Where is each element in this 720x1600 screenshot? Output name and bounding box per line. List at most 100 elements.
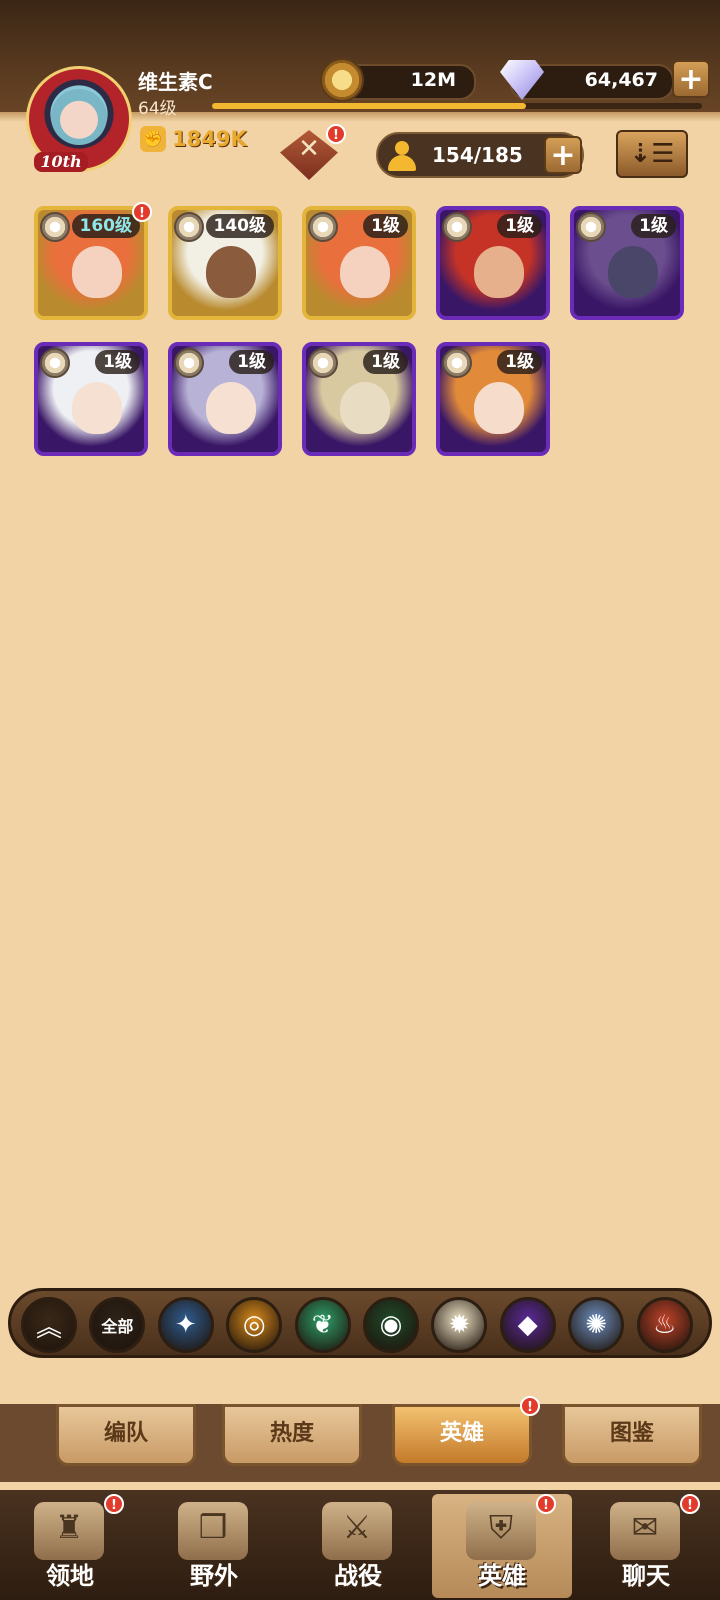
filter-label: 全部 [101,1317,134,1336]
map-scroll-icon: ❒ [198,1508,228,1546]
hero-face [206,246,256,298]
hero-card[interactable]: 1级 [302,206,416,320]
hero-face [72,246,122,298]
graveborn-icon: ◉ [379,1310,403,1340]
celestial-rank-icon [576,212,606,242]
anniversary-badge: 10th [34,152,88,172]
dimensional-icon: ✺ [585,1310,608,1340]
mauler-icon: ◎ [242,1310,266,1340]
hero-face [206,382,256,434]
hero-face [474,246,524,298]
filter-mauler[interactable]: ◎ [226,1297,283,1353]
expand-roster-button[interactable]: + [544,136,582,174]
hero-level: 1级 [229,350,274,374]
gold-value: 12M [410,69,456,91]
faction-filter-bar: ︽ 全部 ✦ ◎ ❦ ◉ ✹ ◆ ✺ ♨ [8,1288,712,1358]
nav-label: 聊天 [622,1562,670,1590]
helmet-icon: ⛨ [488,1508,513,1546]
hypogean-icon: ◆ [517,1310,538,1340]
nav-map-scroll[interactable]: ❒ 野外 [144,1494,284,1598]
lightbearer-icon: ✦ [174,1310,197,1340]
gem-value: 64,467 [584,69,658,91]
add-gems-button[interactable]: + [672,60,710,98]
hero-level: 1级 [95,350,140,374]
nav-sword[interactable]: ⚔ 战役 [288,1494,428,1598]
hero-face [474,382,524,434]
chat-icon: ✉ [631,1508,659,1546]
hero-card[interactable]: 1级 [436,206,550,320]
filter-all-factions[interactable]: 全部 [89,1297,146,1353]
roster-count-value: 154/185 [432,143,523,167]
nav-label: 野外 [190,1562,238,1590]
hero-level: 160级 [71,214,140,238]
hero-level: 1级 [497,214,542,238]
filter-wilder[interactable]: ❦ [294,1297,351,1353]
gold-coin-icon [320,58,364,102]
filter-lightbearer[interactable]: ✦ [157,1297,214,1353]
hero-face [340,246,390,298]
celestial-rank-icon [174,212,204,242]
castle-icon: ♜ [54,1508,84,1546]
player-name: 维生素C [138,70,213,94]
alert-badge: ! [132,202,152,222]
celestial-rank-icon [442,212,472,242]
celestial-rank-icon [308,348,338,378]
celestial-rank-icon [40,212,70,242]
sort-button[interactable]: ⇣☰ [616,130,688,178]
xp-bar-fill [212,103,526,109]
hero-card[interactable]: 1级 [570,206,684,320]
combat-power: ✊ 1849K [140,126,247,152]
hero-card[interactable]: 1级 [436,342,550,456]
nav-label: 英雄 [478,1562,526,1590]
alert-badge: ! [520,1396,540,1416]
dragon-icon: ♨ [652,1310,677,1340]
xp-bar [212,103,702,109]
person-icon [388,141,416,171]
nav-helmet[interactable]: ⛨ 英雄! [432,1494,572,1598]
alert-badge: ! [326,124,346,144]
celestial-rank-icon [40,348,70,378]
hero-card[interactable]: 140级 [168,206,282,320]
avatar-portrait [51,89,107,145]
filter-hypogean[interactable]: ◆ [499,1297,556,1353]
nav-label: 战役 [334,1562,382,1590]
hero-face [72,382,122,434]
nav-castle[interactable]: ♜ 领地! [0,1494,140,1598]
filter-graveborn[interactable]: ◉ [363,1297,419,1353]
celestial-rank-icon [308,212,338,242]
fist-icon: ✊ [140,126,166,152]
filter-celestial[interactable]: ✹ [431,1297,488,1353]
hero-face [340,382,390,434]
nav-chat[interactable]: ✉ 聊天! [576,1494,716,1598]
sword-icon: ⚔ [342,1508,372,1546]
hero-card[interactable]: 1级 [302,342,416,456]
alert-badge: ! [536,1494,556,1514]
filter-dimensional[interactable]: ✺ [568,1297,625,1353]
hero-level: 1级 [363,350,408,374]
celestial-rank-icon [174,348,204,378]
guild-emblem-button[interactable]: ✕ ! [272,124,346,184]
hero-face [608,246,658,298]
celestial-rank-icon [442,348,472,378]
hero-level: 1级 [363,214,408,238]
tab-0[interactable]: 编队 [56,1404,196,1466]
alert-badge: ! [104,1494,124,1514]
player-level: 64级 [138,99,177,119]
tab-3[interactable]: 图鉴 [562,1404,702,1466]
hero-card[interactable]: 1级 [168,342,282,456]
collapse-chevron-icon: ︽ [35,1312,62,1343]
hero-card[interactable]: 160级 [34,206,148,320]
hero-level: 140级 [205,214,274,238]
tab-2[interactable]: 英雄 [392,1404,532,1466]
alert-badge: ! [680,1494,700,1514]
hero-level: 1级 [497,350,542,374]
nav-label: 领地 [46,1562,94,1590]
hero-level: 1级 [631,214,676,238]
hero-card[interactable]: 1级 [34,342,148,456]
filter-dragon[interactable]: ♨ [636,1297,693,1353]
wilder-icon: ❦ [311,1310,334,1340]
tab-1[interactable]: 热度 [222,1404,362,1466]
filter-collapse-chevron[interactable]: ︽ [21,1297,77,1353]
combat-power-value: 1849K [172,127,247,151]
sort-icon: ⇣☰ [629,139,675,169]
